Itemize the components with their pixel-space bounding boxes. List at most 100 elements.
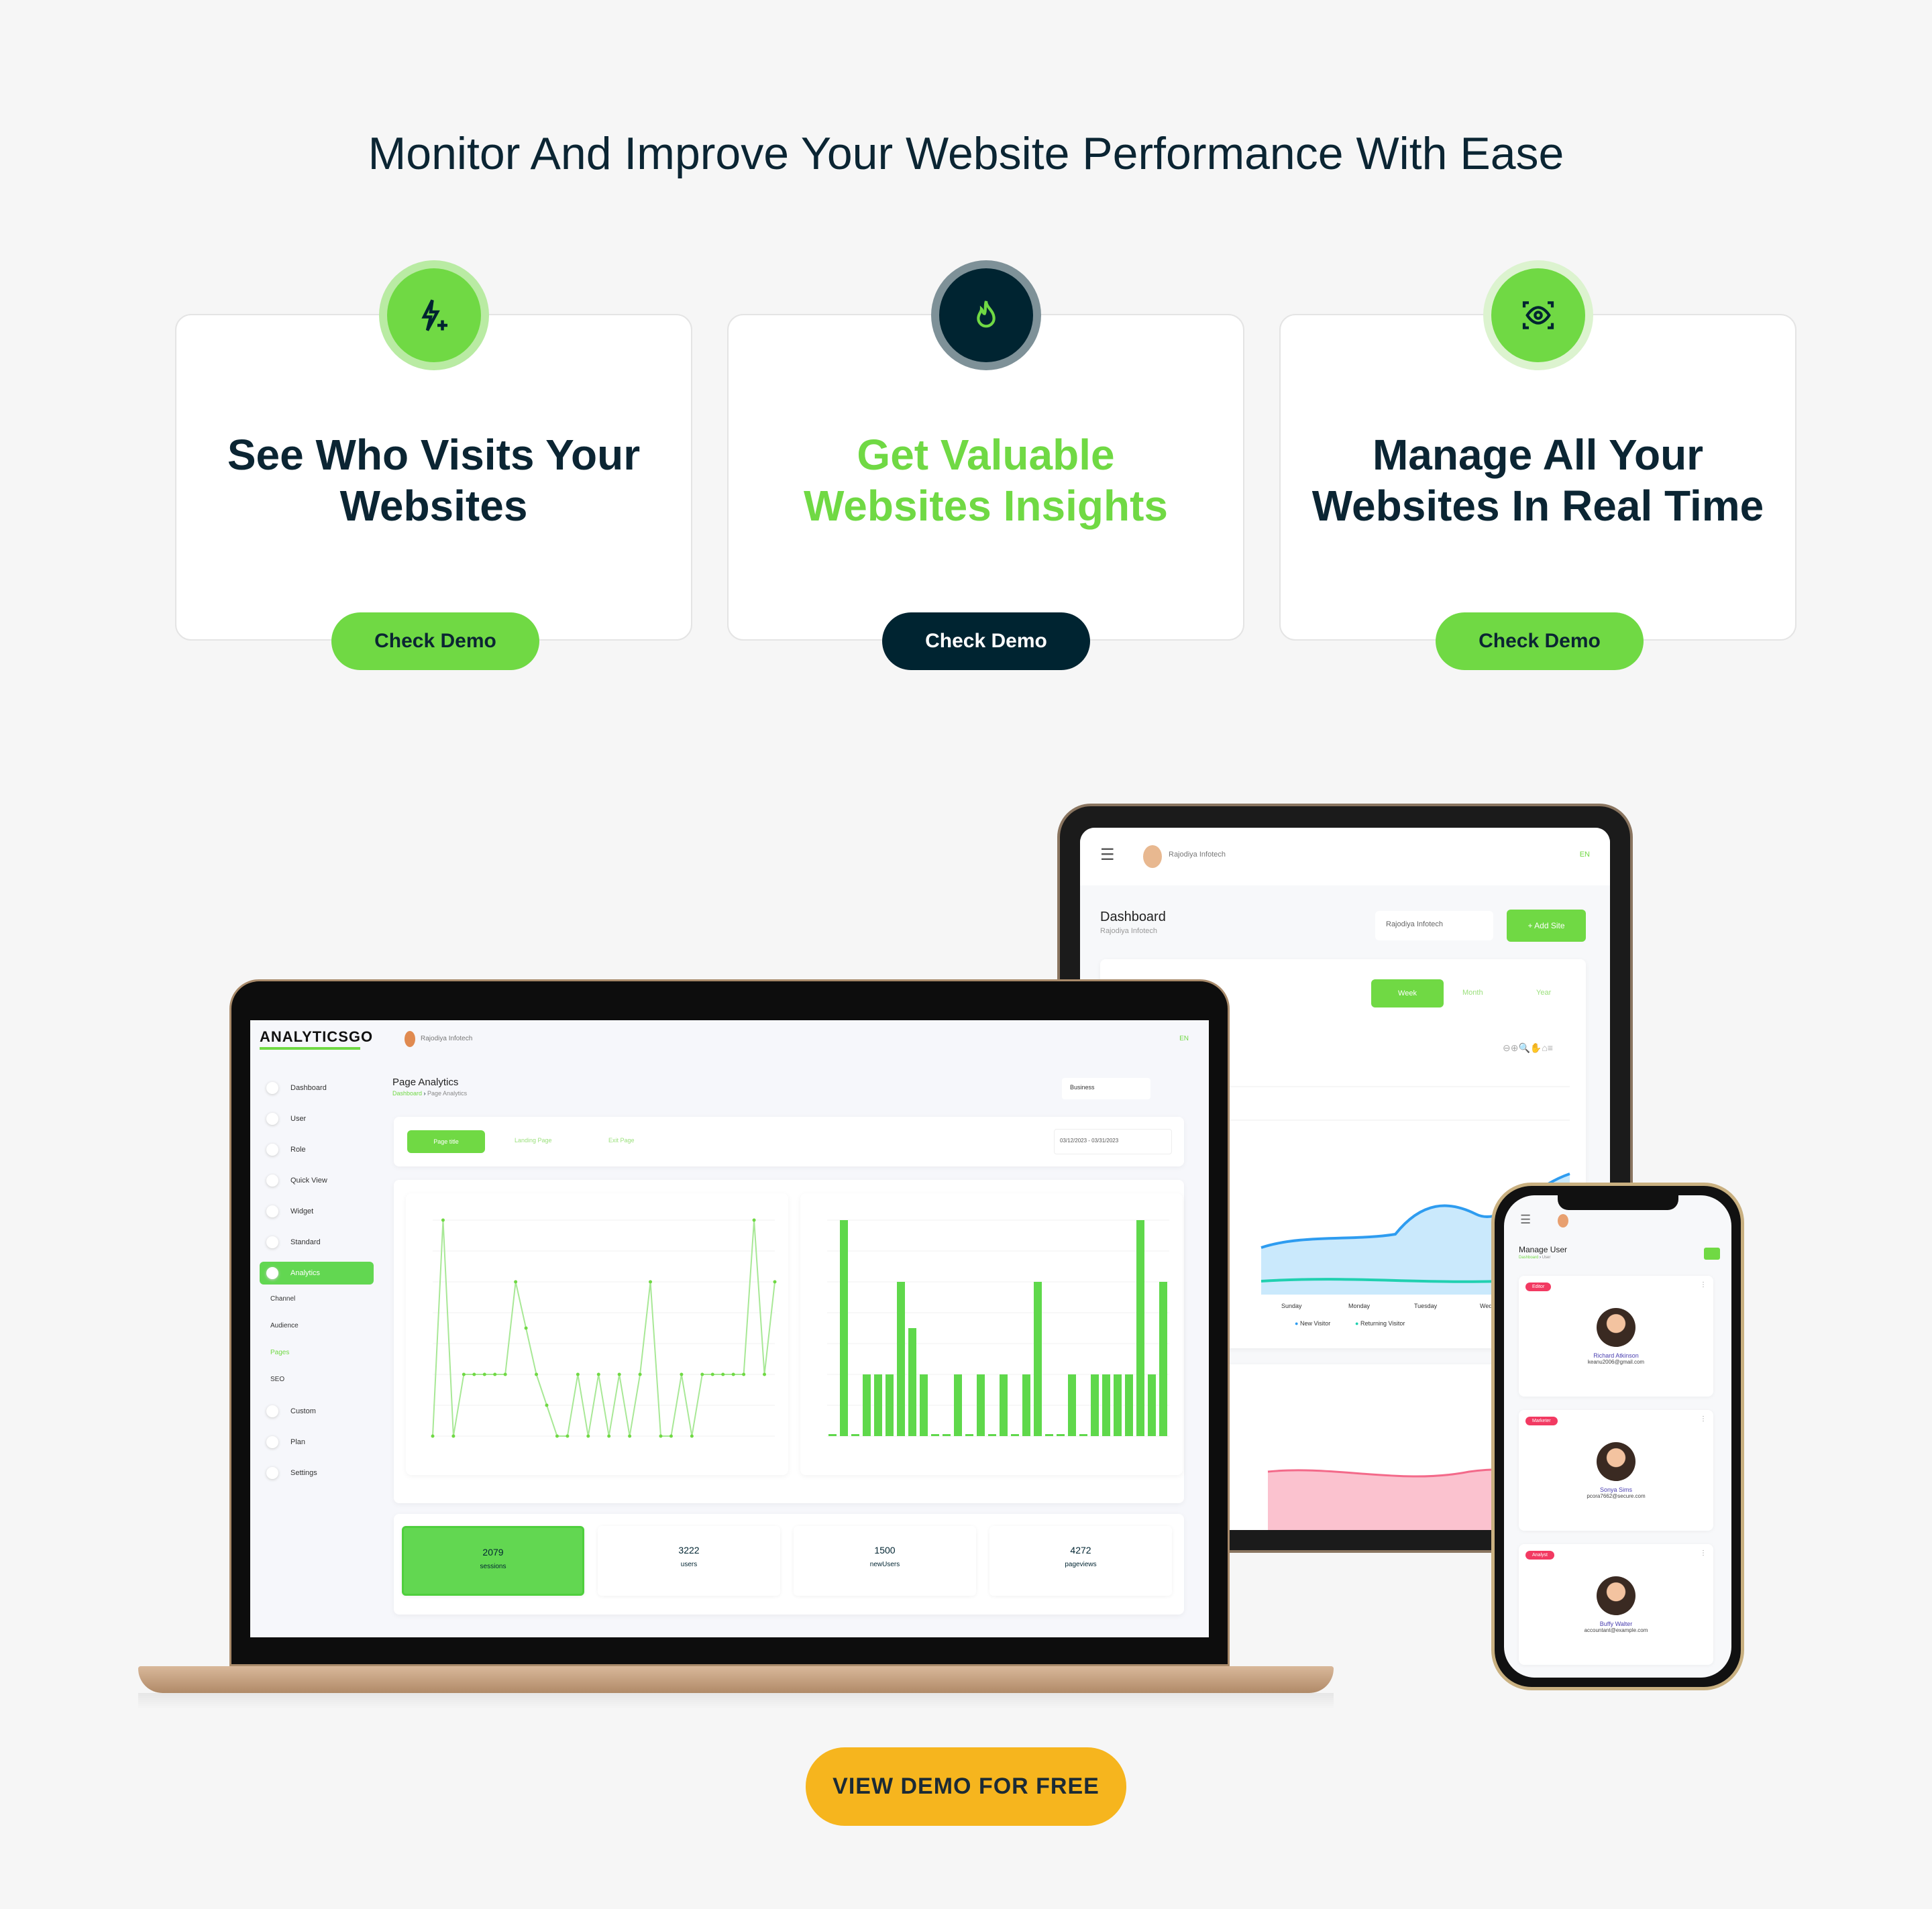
site-select[interactable]: Rajodiya Infotech xyxy=(1375,911,1493,940)
card-title-line: Manage All Your xyxy=(1372,431,1704,479)
tab-page-title[interactable]: Page title xyxy=(407,1130,485,1153)
day-label: Sunday xyxy=(1281,1303,1302,1309)
bar xyxy=(1045,1434,1053,1436)
sidebar-item[interactable]: Custom xyxy=(260,1400,374,1423)
sidebar-item-label: User xyxy=(290,1115,307,1123)
sidebar-item-label: Role xyxy=(290,1146,306,1154)
bar xyxy=(851,1434,859,1436)
avatar xyxy=(1597,1308,1635,1347)
sidebar-item-label: Standard xyxy=(290,1238,321,1246)
check-demo-button[interactable]: Check Demo xyxy=(331,612,539,670)
bar xyxy=(1136,1220,1144,1436)
sidebar-item[interactable]: Settings xyxy=(260,1462,374,1484)
user-email: pcora7662@secure.com xyxy=(1587,1493,1646,1499)
stat-users: 3222 users xyxy=(598,1526,780,1596)
sidebar-subitem[interactable]: Channel xyxy=(270,1295,295,1303)
tab-year[interactable]: Year xyxy=(1536,989,1551,997)
user-name[interactable]: Sonya Sims xyxy=(1519,1486,1713,1493)
line-point xyxy=(503,1372,507,1376)
bar xyxy=(897,1282,905,1436)
user-name[interactable]: Buffy Walter xyxy=(1519,1621,1713,1627)
sidebar-item-label: Plan xyxy=(290,1438,306,1446)
check-demo-button[interactable]: Check Demo xyxy=(882,612,1090,670)
card-title-line: Websites Insights xyxy=(804,482,1168,530)
more-icon[interactable]: ⋮ xyxy=(1700,1281,1707,1289)
user-menu[interactable]: Rajodiya Infotech xyxy=(421,1035,472,1042)
tab-month[interactable]: Month xyxy=(1462,989,1483,997)
bar xyxy=(874,1374,882,1436)
bar xyxy=(954,1374,962,1436)
sidebar-item-label: Custom xyxy=(290,1407,316,1415)
bar xyxy=(1079,1434,1087,1436)
line-point xyxy=(514,1280,518,1284)
sidebar-item[interactable]: Dashboard xyxy=(260,1077,374,1099)
avatar xyxy=(1143,845,1162,868)
bar xyxy=(1034,1282,1042,1436)
bar xyxy=(863,1374,871,1436)
bar xyxy=(1091,1374,1099,1436)
bar xyxy=(1148,1374,1156,1436)
tab-week[interactable]: Week xyxy=(1371,979,1444,1007)
sidebar-item[interactable]: Standard xyxy=(260,1231,374,1254)
user-menu[interactable]: Rajodiya Infotech xyxy=(1169,851,1226,859)
line-point xyxy=(576,1372,580,1376)
legend-new-visitor: ● New Visitor xyxy=(1295,1320,1331,1327)
sidebar-subitem[interactable]: Pages xyxy=(270,1349,289,1356)
chart-toolbar-icons[interactable]: ⊖⊕🔍✋⌂≡ xyxy=(1503,1042,1553,1054)
phone-screen: ☰ Manage User Dashboard › User Editor ⋮ Ri… xyxy=(1504,1195,1731,1678)
line-point xyxy=(659,1434,663,1438)
logo: ANALYTICSGO xyxy=(260,1028,374,1045)
dashboard-subtitle: Rajodiya Infotech xyxy=(1100,927,1157,935)
add-site-button[interactable]: + Add Site xyxy=(1507,910,1586,942)
sidebar-item[interactable]: User xyxy=(260,1107,374,1130)
sidebar-subitem[interactable]: SEO xyxy=(270,1376,284,1383)
line-point xyxy=(586,1434,590,1438)
tab-landing-page[interactable]: Landing Page xyxy=(515,1137,552,1144)
menu-icon xyxy=(266,1113,278,1125)
tablet-topbar: ☰ Rajodiya Infotech EN xyxy=(1080,828,1610,885)
sidebar-item[interactable]: Role xyxy=(260,1138,374,1161)
stat-new-users: 1500 newUsers xyxy=(794,1526,976,1596)
line-point xyxy=(555,1434,559,1438)
language-select[interactable]: EN xyxy=(1580,851,1590,859)
check-demo-button[interactable]: Check Demo xyxy=(1436,612,1644,670)
user-card: Marketer ⋮ Sonya Sims pcora7662@secure.com xyxy=(1519,1410,1713,1531)
menu-icon xyxy=(266,1205,278,1217)
laptop-base xyxy=(138,1666,1334,1693)
add-user-button[interactable] xyxy=(1704,1248,1720,1260)
business-select[interactable]: Business xyxy=(1062,1078,1150,1099)
line-point xyxy=(482,1372,486,1376)
line-point xyxy=(617,1372,621,1376)
feature-card-insights: Get Valuable Websites Insights Check Demo xyxy=(727,260,1244,670)
menu-icon[interactable]: ☰ xyxy=(1100,845,1115,865)
stat-pageviews: 4272 pageviews xyxy=(989,1526,1172,1596)
line-point xyxy=(680,1372,684,1376)
more-icon[interactable]: ⋮ xyxy=(1700,1415,1707,1423)
language-select[interactable]: EN xyxy=(1179,1035,1189,1042)
tab-exit-page[interactable]: Exit Page xyxy=(608,1137,635,1144)
bar xyxy=(943,1434,951,1436)
menu-icon[interactable]: ☰ xyxy=(1520,1213,1531,1227)
bar xyxy=(1159,1282,1167,1436)
role-badge: Analyst xyxy=(1525,1551,1554,1560)
bar xyxy=(1000,1374,1008,1436)
user-name[interactable]: Richard Atkinson xyxy=(1519,1352,1713,1359)
sidebar-item[interactable]: Quick View xyxy=(260,1169,374,1192)
sidebar-item-label: Widget xyxy=(290,1207,314,1215)
menu-icon xyxy=(266,1082,278,1094)
sidebar-subitem[interactable]: Audience xyxy=(270,1322,299,1329)
phone-mockup: ☰ Manage User Dashboard › User Editor ⋮ Ri… xyxy=(1491,1183,1744,1690)
menu-icon xyxy=(266,1436,278,1448)
view-demo-button[interactable]: VIEW DEMO FOR FREE xyxy=(806,1747,1126,1826)
sidebar-item[interactable]: Plan xyxy=(260,1431,374,1454)
menu-icon xyxy=(266,1144,278,1156)
bar xyxy=(840,1220,848,1436)
date-range-input[interactable]: 03/12/2023 - 03/31/2023 xyxy=(1054,1129,1172,1154)
more-icon[interactable]: ⋮ xyxy=(1700,1549,1707,1557)
sidebar-item[interactable]: Analytics xyxy=(260,1262,374,1285)
line-point xyxy=(535,1372,539,1376)
line-point xyxy=(731,1372,735,1376)
breadcrumb: Dashboard › User xyxy=(1519,1256,1551,1260)
role-badge: Marketer xyxy=(1525,1417,1558,1425)
sidebar-item[interactable]: Widget xyxy=(260,1200,374,1223)
